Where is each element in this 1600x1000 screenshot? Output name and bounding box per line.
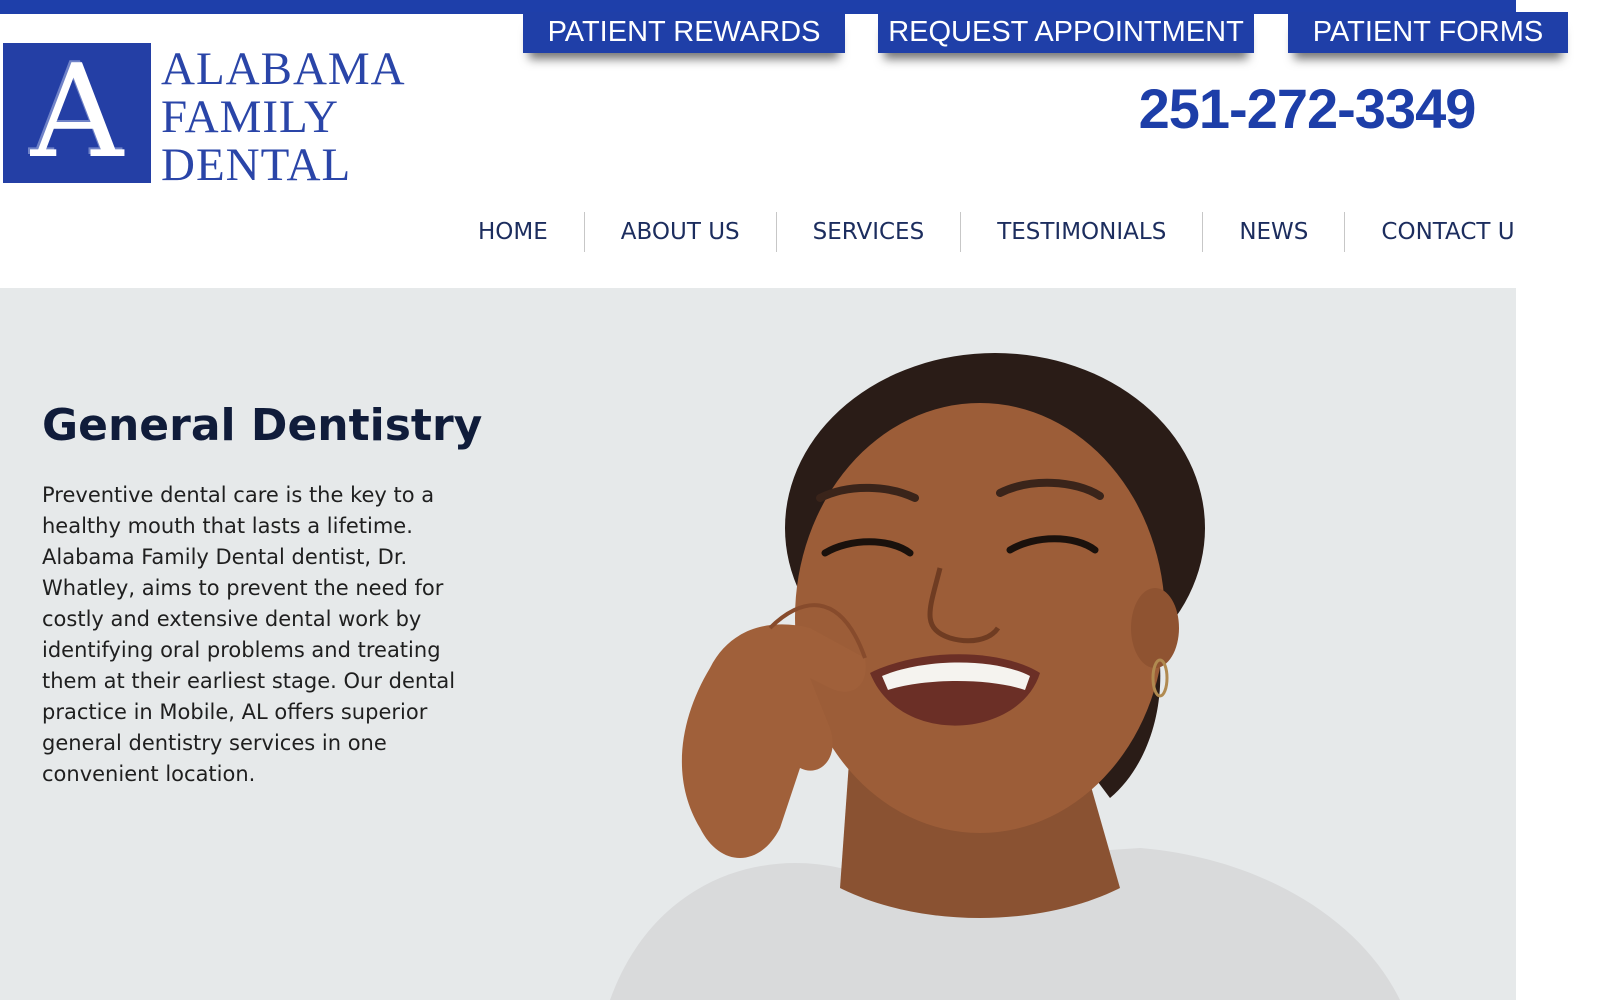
photo-ear: [1131, 588, 1179, 668]
hero-description: Preventive dental care is the key to a h…: [42, 483, 456, 786]
site-logo[interactable]: A ALABAMA FAMILY DENTAL: [3, 43, 421, 189]
logo-line-2: FAMILY: [161, 91, 339, 143]
nav-home[interactable]: HOME: [442, 212, 584, 252]
phone-number[interactable]: 251-272-3349: [1132, 76, 1482, 141]
patient-rewards-button[interactable]: PATIENT REWARDS: [523, 12, 845, 53]
nav-news[interactable]: NEWS: [1203, 212, 1344, 252]
page: A ALABAMA FAMILY DENTAL PATIENT REWARDS …: [0, 0, 1516, 1000]
request-appointment-button[interactable]: REQUEST APPOINTMENT: [878, 12, 1254, 53]
hero-photo: [610, 353, 1400, 1000]
main-nav: HOME ABOUT US SERVICES TESTIMONIALS NEWS…: [442, 212, 1516, 252]
logo-mark: A: [3, 43, 151, 183]
nav-contact-us[interactable]: CONTACT US: [1345, 212, 1516, 252]
logo-line-3: DENTAL: [161, 139, 352, 191]
hero-section: General Dentistry Preventive dental care…: [0, 288, 1516, 1000]
patient-forms-button[interactable]: PATIENT FORMS: [1288, 12, 1568, 53]
logo-wordmark: ALABAMA FAMILY DENTAL: [161, 45, 406, 189]
logo-line-1: ALABAMA: [161, 43, 406, 95]
logo-letter: A: [30, 38, 124, 187]
nav-testimonials[interactable]: TESTIMONIALS: [961, 212, 1202, 252]
photo-face: [795, 403, 1165, 833]
nav-about-us[interactable]: ABOUT US: [585, 212, 776, 252]
nav-services[interactable]: SERVICES: [777, 212, 961, 252]
hero-title: General Dentistry: [42, 400, 483, 451]
